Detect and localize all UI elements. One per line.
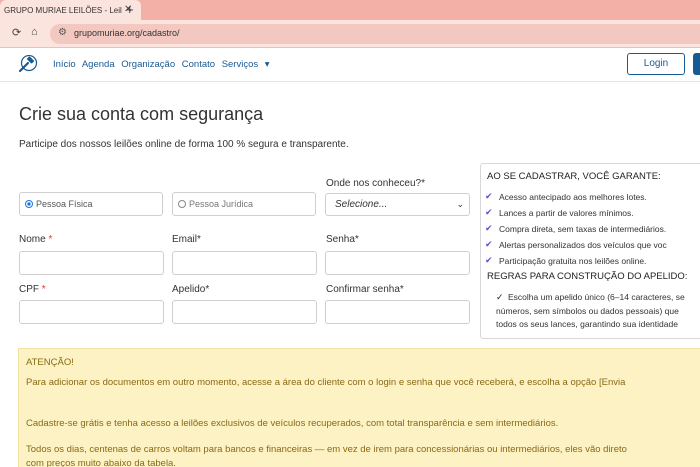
attention-line: com preços muito abaixo da tabela. [26,458,176,467]
check-icon: ✔ [485,191,493,201]
check-icon: ✔ [485,239,493,249]
email-input[interactable] [172,251,317,275]
rule-check-icon: ✓ [496,292,504,302]
nav-servicos[interactable]: Serviços [222,59,258,70]
attention-line: Cadastre-se grátis e tenha acesso a leil… [26,418,559,429]
main-menu: Início Agenda Organização Contato Serviç… [53,59,274,70]
nome-label: Nome * [19,234,53,245]
gavel-logo-icon[interactable] [17,55,39,73]
attention-heading: ATENÇÃO! [26,357,74,368]
senha-label: Senha* [326,234,359,245]
radio-pessoa-fisica[interactable]: Pessoa Física [19,192,163,216]
attention-line: Todos os dias, centenas de carros voltam… [26,444,627,455]
home-icon[interactable]: ⌂ [31,26,38,38]
source-label: Onde nos conheceu?* [326,178,425,189]
benefit-item: ✔ Participação gratuita nos leilões onlin… [485,255,647,266]
login-button[interactable]: Login [627,53,685,75]
apelido-input[interactable] [172,300,317,324]
check-icon: ✔ [485,207,493,217]
senha-input[interactable] [325,251,470,275]
url-text: grupomuriae.org/cadastro/ [74,28,180,38]
address-bar-row: ⟳ ⌂ ⚙ grupomuriae.org/cadastro/ [0,20,700,48]
rule-line: números, sem símbolos ou dados pessoais)… [496,306,679,316]
nav-agenda[interactable]: Agenda [82,59,115,70]
benefit-item: ✔ Alertas personalizados dos veículos que… [485,239,667,250]
browser-tab[interactable]: GRUPO MURIAE LEILÕES - Leil [0,0,141,20]
address-bar[interactable]: ⚙ grupomuriae.org/cadastro/ [50,24,700,44]
new-tab-icon[interactable]: + [126,2,140,17]
nome-input[interactable] [19,251,164,275]
chevron-down-icon[interactable]: ▾ [265,59,270,70]
benefit-item: ✔ Acesso antecipado aos melhores lotes. [485,191,647,202]
chevron-down-icon: ⌄ [456,199,464,209]
check-icon: ✔ [485,255,493,265]
radio-pessoa-juridica[interactable]: Pessoa Jurídica [172,192,316,216]
benefit-item: ✔ Compra direta, sem taxas de intermediár… [485,223,667,234]
browser-tabbar: GRUPO MURIAE LEILÕES - Leil ✕ + [0,0,700,20]
radio-label: Pessoa Física [36,199,93,209]
rule-line: todos os seus lances, garantindo sua ide… [496,319,678,329]
attention-line: Para adicionar os documentos em outro mo… [26,377,626,388]
rules-heading: REGRAS PARA CONSTRUÇÃO DO APELIDO: [487,271,688,282]
radio-unselected-icon [178,200,186,208]
apelido-label: Apelido* [172,284,210,295]
source-select[interactable]: Selecione... ⌄ [325,193,470,216]
cpf-input[interactable] [19,300,164,324]
email-label: Email* [172,234,201,245]
radio-selected-icon [25,200,33,208]
select-value: Selecione... [335,199,388,210]
site-info-icon[interactable]: ⚙ [58,27,67,38]
reload-icon[interactable]: ⟳ [12,26,21,39]
cpf-label: CPF * [19,284,46,295]
register-button[interactable] [693,53,700,75]
benefits-heading: AO SE CADASTRAR, VOCÊ GARANTE: [487,171,661,182]
page-title: Crie sua conta com segurança [19,104,264,124]
tab-title: GRUPO MURIAE LEILÕES - Leil [4,6,122,15]
nav-organizacao[interactable]: Organização [121,59,175,70]
radio-label: Pessoa Jurídica [189,199,254,209]
confirmar-senha-input[interactable] [325,300,470,324]
nav-contato[interactable]: Contato [182,59,215,70]
confirmar-label: Confirmar senha* [326,284,404,295]
rule-line: Escolha um apelido único (6–14 caractere… [508,292,685,302]
benefit-item: ✔ Lances a partir de valores mínimos. [485,207,634,218]
check-icon: ✔ [485,223,493,233]
nav-inicio[interactable]: Início [53,59,76,70]
page-subtitle: Participe dos nossos leilões online de f… [19,139,349,150]
site-navbar: Início Agenda Organização Contato Serviç… [0,48,700,82]
